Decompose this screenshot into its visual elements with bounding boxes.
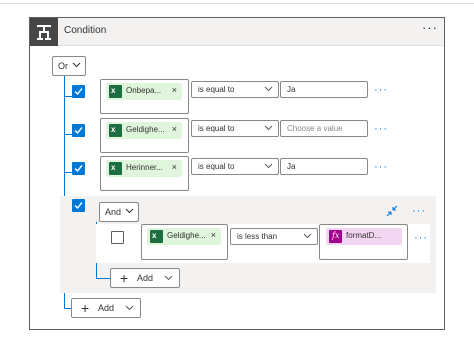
plus-icon: + — [81, 300, 90, 316]
checkmark-icon — [74, 202, 83, 210]
excel-token[interactable]: x Geldighe... × — [106, 122, 182, 139]
value-placeholder: Choose a value — [287, 124, 343, 133]
token-label: Geldighe... — [167, 231, 206, 240]
checkmark-icon — [74, 165, 83, 173]
row-checkbox[interactable] — [111, 231, 124, 244]
condition-left-operand[interactable]: x Herinner... × — [100, 156, 189, 191]
chevron-down-icon — [164, 275, 173, 281]
chevron-down-icon — [125, 305, 134, 311]
add-label: Add — [98, 303, 115, 313]
excel-token[interactable]: x Geldighe... × — [147, 228, 221, 245]
and-operator-dropdown[interactable]: And — [99, 202, 139, 222]
tree-branch — [64, 96, 72, 97]
chevron-down-icon — [264, 125, 273, 131]
value-text: Ja — [287, 162, 296, 171]
condition-right-operand[interactable]: fx formatD... — [319, 224, 408, 260]
excel-icon: x — [109, 124, 122, 137]
token-label: Onbepa... — [126, 86, 162, 95]
top-divider — [0, 3, 474, 4]
row-more-options[interactable]: ··· — [414, 233, 428, 244]
close-icon[interactable]: × — [172, 162, 177, 172]
value-text: Ja — [287, 85, 296, 94]
checkmark-icon — [74, 88, 83, 96]
close-icon[interactable]: × — [211, 230, 216, 240]
condition-left-operand[interactable]: x Geldighe... × — [100, 118, 189, 153]
card-header[interactable]: Condition ··· — [30, 18, 444, 46]
excel-icon: x — [109, 162, 122, 175]
condition-icon — [30, 18, 58, 46]
operator-dropdown[interactable]: is equal to — [191, 81, 279, 98]
card-title: Condition — [64, 25, 107, 36]
condition-right-operand[interactable]: Ja — [280, 81, 368, 98]
condition-left-operand[interactable]: x Onbepa... × — [100, 79, 189, 114]
token-label: formatD... — [346, 231, 382, 240]
chevron-down-icon — [303, 233, 312, 239]
operator-dropdown[interactable]: is equal to — [191, 120, 279, 137]
chevron-down-icon — [264, 163, 273, 169]
condition-right-operand[interactable]: Ja — [280, 158, 368, 175]
chevron-down-icon — [72, 62, 81, 68]
row-more-options[interactable]: ··· — [374, 124, 388, 135]
operator-label: is less than — [237, 232, 278, 241]
excel-icon: x — [150, 230, 163, 243]
expression-token[interactable]: fx formatD... — [326, 228, 402, 245]
close-icon[interactable]: × — [172, 124, 177, 134]
token-label: Herinner... — [126, 163, 163, 172]
group-checkbox[interactable] — [72, 199, 85, 212]
plus-icon: + — [120, 270, 129, 286]
row-more-options[interactable]: ··· — [374, 162, 388, 173]
row-checkbox[interactable] — [72, 85, 85, 98]
card-more-options[interactable]: ··· — [422, 21, 438, 34]
condition-right-operand[interactable]: Choose a value — [280, 120, 368, 137]
row-checkbox[interactable] — [72, 124, 85, 137]
and-add-button[interactable]: + Add — [110, 268, 180, 288]
or-operator-label: Or — [58, 61, 68, 71]
operator-label: is equal to — [198, 162, 235, 171]
tree-branch — [64, 134, 72, 135]
condition-left-operand[interactable]: x Geldighe... × — [141, 224, 228, 260]
operator-dropdown[interactable]: is equal to — [191, 158, 279, 175]
and-operator-label: And — [105, 207, 122, 217]
row-more-options[interactable]: ··· — [374, 85, 388, 96]
operator-label: is equal to — [198, 124, 235, 133]
add-button[interactable]: + Add — [71, 298, 141, 318]
excel-icon: x — [109, 85, 122, 98]
add-label: Add — [137, 273, 154, 283]
tree-branch — [64, 172, 72, 173]
group-more-options[interactable]: ··· — [412, 206, 426, 217]
operator-dropdown[interactable]: is less than — [230, 228, 318, 245]
function-icon: fx — [329, 230, 342, 243]
excel-token[interactable]: x Onbepa... × — [106, 83, 182, 100]
operator-label: is equal to — [198, 85, 235, 94]
close-icon[interactable]: × — [172, 85, 177, 95]
chevron-down-icon — [264, 86, 273, 92]
chevron-down-icon — [125, 208, 134, 214]
row-checkbox[interactable] — [72, 162, 85, 175]
excel-token[interactable]: x Herinner... × — [106, 160, 182, 177]
or-operator-dropdown[interactable]: Or — [52, 56, 86, 76]
collapse-icon[interactable] — [386, 205, 398, 217]
tree-branch — [96, 278, 110, 279]
token-label: Geldighe... — [126, 125, 165, 134]
checkmark-icon — [74, 127, 83, 135]
